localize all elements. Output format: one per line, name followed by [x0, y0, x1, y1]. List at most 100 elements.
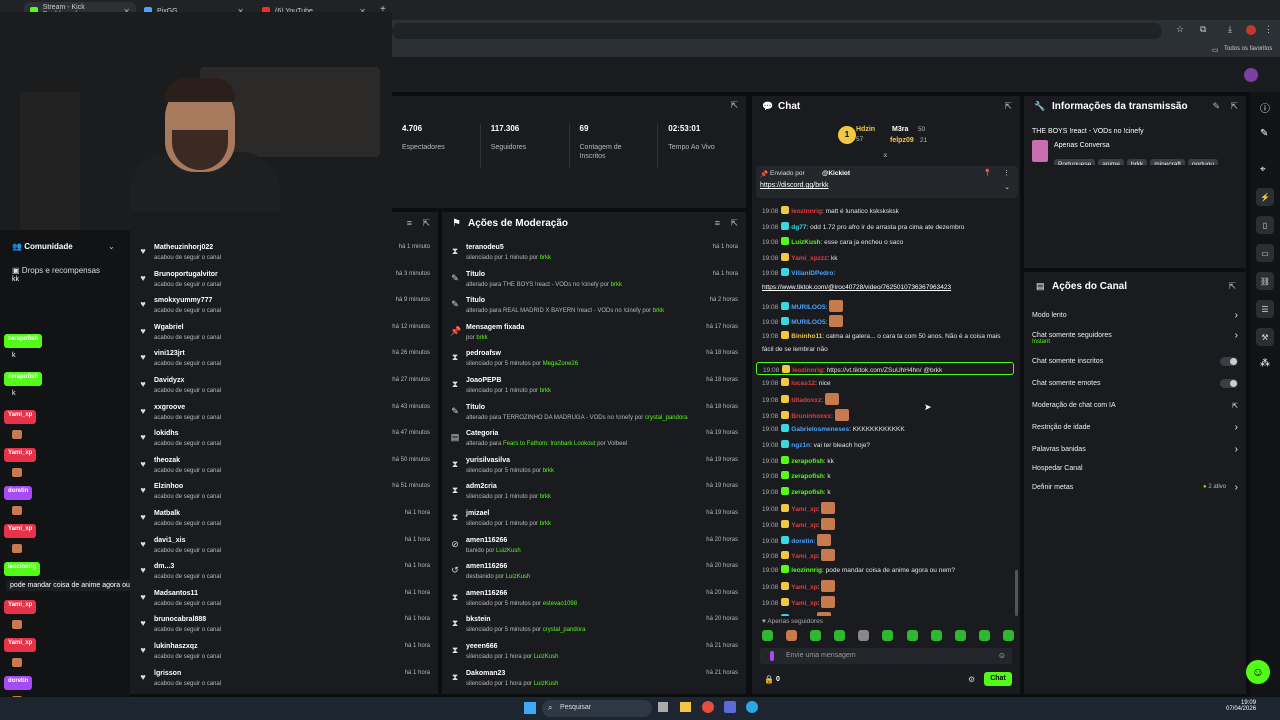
moderation-target[interactable]: Título [466, 271, 485, 278]
stream-tag[interactable]: minecraft [1150, 159, 1185, 165]
popout-icon[interactable]: ⇱ [422, 218, 430, 229]
emote-quick-button[interactable] [906, 630, 918, 641]
moderator-name[interactable]: crystal_pandora [543, 627, 586, 633]
moderator-name[interactable]: Fears to Fathom: Ironbark Lookout [503, 441, 595, 447]
link-icon[interactable]: ⛓ [1256, 272, 1274, 290]
chat-username[interactable]: MURILOO5 [791, 304, 825, 311]
moderator-name[interactable]: brkk [653, 308, 664, 314]
telegram-icon[interactable] [746, 701, 758, 713]
chat-text[interactable]: https://www.tiktok.com/@iroc40728/video/… [762, 284, 951, 291]
moderator-name[interactable]: brkk [611, 282, 622, 288]
follower-name[interactable]: davi1_xis [154, 537, 186, 544]
download-icon[interactable]: ⤓ [1228, 24, 1232, 35]
follower-name[interactable]: brunocabral888 [154, 616, 206, 623]
follower-name[interactable]: Madsantos11 [154, 590, 198, 597]
channel-action-item[interactable]: Definir metas ● 2 ativo › [1032, 482, 1238, 493]
toggle-switch[interactable] [1220, 357, 1238, 366]
channel-action-item[interactable]: Modo lento › [1032, 310, 1238, 321]
file-explorer-icon[interactable] [680, 702, 691, 712]
user-avatar[interactable] [1244, 68, 1258, 82]
edit-icon[interactable]: ✎ [1260, 128, 1268, 139]
moderator-name[interactable]: brkk [543, 468, 554, 474]
chat-username[interactable]: VillaniDPedro [791, 270, 833, 277]
moderation-target[interactable]: adm2cria [466, 483, 497, 490]
chat-scrollbar[interactable] [1015, 570, 1018, 616]
moderation-target[interactable]: teranodeu5 [466, 244, 504, 251]
chat-username[interactable]: zerapofish [791, 473, 824, 480]
follower-name[interactable]: lgrisson [154, 670, 181, 677]
popout-icon[interactable]: ⇱ [1228, 281, 1236, 292]
chat-username[interactable]: MURILOO5 [791, 319, 825, 326]
follower-name[interactable]: Matbalk [154, 510, 180, 517]
channel-action-item[interactable]: Chat somente inscritos [1032, 357, 1238, 366]
follower-name[interactable]: Brunoportugalvitor [154, 271, 218, 278]
moderator-name[interactable]: LuizKush [534, 654, 559, 660]
moderation-target[interactable]: jmizael [466, 510, 489, 517]
moderation-target[interactable]: JoaoPEPB [466, 377, 501, 384]
chat-username[interactable]: tiltadoxxz [791, 397, 821, 404]
chat-input[interactable]: Envie uma mensagem ☺ [760, 648, 1012, 664]
moderation-target[interactable]: Dakoman23 [466, 670, 505, 677]
channel-action-item[interactable]: Chat somente seguidores Instant › [1032, 330, 1238, 345]
follower-name[interactable]: vini123jrt [154, 350, 185, 357]
chat-username[interactable]: ngz1n [791, 442, 810, 449]
moderator-name[interactable]: crystal_pandora [645, 415, 688, 421]
chat-username[interactable]: leozinnrig [792, 367, 823, 374]
moderation-target[interactable]: Título [466, 404, 485, 411]
moderation-target[interactable]: Mensagem fixada [466, 324, 524, 331]
moderation-target[interactable]: yeeen666 [466, 643, 498, 650]
stream-tag[interactable]: brkk [1126, 159, 1148, 165]
chat-username[interactable]: Yami_xp [791, 584, 817, 591]
emote-quick-button[interactable] [858, 630, 870, 641]
chat-username[interactable]: zerapofish [791, 458, 824, 465]
extensions-icon[interactable]: ⧉ [1200, 24, 1206, 35]
follower-name[interactable]: Wgabriel [154, 324, 184, 331]
emote-quick-button[interactable] [930, 630, 942, 641]
moderator-name[interactable]: MegaZone26 [543, 361, 578, 367]
emote-quick-button[interactable] [882, 630, 894, 641]
moderator-name[interactable]: brkk [476, 335, 487, 341]
camera-icon[interactable]: ⌖ [1260, 164, 1266, 175]
follower-name[interactable]: smokxyummy777 [154, 297, 212, 304]
emote-quick-button[interactable] [834, 630, 846, 641]
moderation-target[interactable]: amen116266 [466, 537, 507, 544]
moderator-name[interactable]: LuizKush [506, 574, 531, 580]
chat-username[interactable]: Yami_xp [791, 522, 817, 529]
channel-action-item[interactable]: Chat somente emotes [1032, 379, 1238, 388]
follower-name[interactable]: dm...3 [154, 563, 174, 570]
moderation-target[interactable]: bkstein [466, 616, 491, 623]
channel-action-item[interactable]: Palavras banidas › [1032, 444, 1238, 455]
url-input[interactable] [392, 23, 1162, 39]
moderation-target[interactable]: Categoria [466, 430, 498, 437]
moderator-name[interactable]: LuizKush [496, 548, 521, 554]
chat-username[interactable]: LuizKush [791, 239, 820, 246]
chat-username[interactable]: zerapofish [791, 489, 824, 496]
stream-tag[interactable]: portugu [1187, 159, 1219, 165]
filter-icon[interactable]: ≡ [715, 218, 720, 228]
chrome-icon[interactable] [702, 701, 714, 713]
menu-icon[interactable]: ⋮ [1264, 24, 1273, 35]
help-chat-button[interactable]: ☺ [1246, 660, 1270, 684]
follower-name[interactable]: lokidhs [154, 430, 179, 437]
moderation-target[interactable]: pedroafsw [466, 350, 501, 357]
emote-quick-button[interactable] [954, 630, 966, 641]
chat-username[interactable]: dg77 [791, 224, 806, 231]
info-icon[interactable]: ⓘ [1260, 100, 1270, 115]
task-view-icon[interactable] [658, 702, 668, 712]
emote-quick-button[interactable] [762, 630, 773, 641]
taskbar-search[interactable]: ⌕ Pesquisar [542, 700, 652, 717]
sidebar-item-community[interactable]: 👥 Comunidade [12, 242, 73, 251]
moderator-name[interactable]: brkk [540, 255, 551, 261]
pinned-link[interactable]: https://discord.gg/brkk [760, 182, 828, 189]
expand-icon[interactable]: ⌅ [882, 150, 889, 159]
moderator-name[interactable]: brkk [540, 388, 551, 394]
follower-name[interactable]: theozak [154, 457, 180, 464]
toggle-switch[interactable] [1220, 379, 1238, 388]
chat-username[interactable]: doretin [791, 538, 813, 545]
moderator-name[interactable]: brkk [540, 521, 551, 527]
chat-username[interactable]: Gabrielosmeneses [791, 426, 849, 433]
tools-icon[interactable]: ⚒ [1256, 328, 1274, 346]
channel-action-item[interactable]: Restrição de idade › [1032, 422, 1238, 433]
emote-quick-button[interactable] [810, 630, 822, 641]
all-bookmarks-label[interactable]: Todos os favoritos [1224, 46, 1272, 52]
